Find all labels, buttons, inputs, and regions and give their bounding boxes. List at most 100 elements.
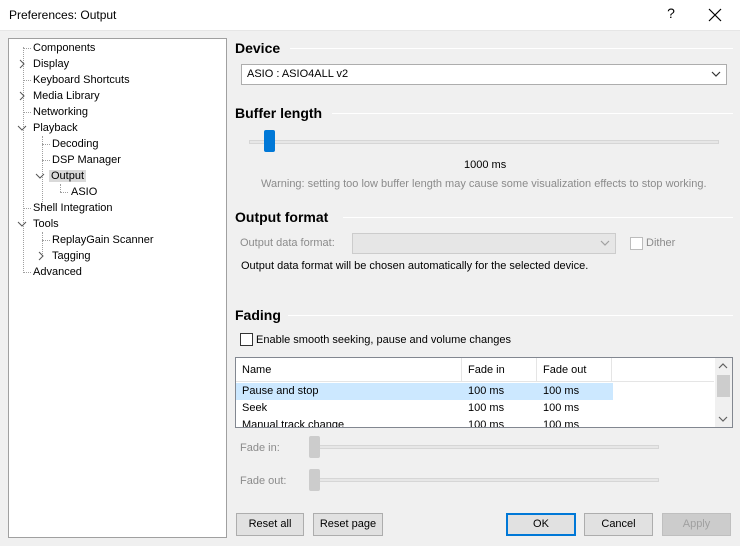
cell-name: Pause and stop [242, 385, 319, 397]
chevron-down-icon[interactable] [17, 123, 27, 133]
tree-guide-line [23, 272, 31, 273]
chevron-right-icon[interactable] [36, 251, 46, 261]
tree-item-label: Advanced [33, 266, 82, 278]
tree-item-keyboard-shortcuts[interactable]: Keyboard Shortcuts [31, 72, 132, 88]
table-row[interactable]: Seek 100 ms 100 ms [236, 400, 613, 417]
table-scrollbar[interactable] [715, 358, 732, 427]
tree-item-label: Display [33, 58, 70, 70]
column-header-fade-in[interactable]: Fade in [462, 358, 537, 382]
chevron-down-icon[interactable] [718, 415, 728, 423]
fading-table: Name Fade in Fade out Pause and stop 100… [235, 357, 733, 428]
chevron-up-icon[interactable] [718, 362, 728, 370]
tree-item-networking[interactable]: Networking [31, 104, 90, 120]
chevron-down-icon[interactable] [35, 171, 45, 181]
column-header-name[interactable]: Name [236, 358, 462, 382]
buffer-slider-thumb[interactable] [264, 130, 275, 152]
tree-guide-line [23, 112, 31, 113]
buffer-section-title: Buffer length [235, 105, 323, 121]
fade-out-slider-thumb[interactable] [309, 469, 320, 491]
output-data-format-select[interactable] [352, 233, 616, 254]
tree-item-display[interactable]: Display [31, 56, 71, 72]
tree-guide-line [23, 80, 31, 81]
cell-fade-out: 100 ms [543, 402, 580, 414]
section-divider [332, 113, 733, 114]
cell-name: Seek [242, 402, 268, 414]
section-divider [343, 217, 733, 218]
fade-in-label: Fade in: [240, 442, 280, 454]
chevron-down-icon [600, 240, 610, 246]
output-format-info: Output data format will be chosen automa… [241, 260, 589, 272]
tree-item-replaygain-scanner[interactable]: ReplayGain Scanner [50, 232, 156, 248]
buffer-value-label: 1000 ms [464, 159, 507, 171]
chevron-down-icon [711, 71, 721, 77]
output-format-section-title: Output format [235, 209, 329, 225]
section-divider [290, 48, 733, 49]
fade-out-slider-track[interactable] [309, 478, 659, 482]
dither-label: Dither [646, 237, 676, 249]
table-header: Name Fade in Fade out [236, 358, 714, 382]
tree-guide-line [42, 160, 50, 161]
tree-item-label: Networking [33, 106, 89, 118]
chevron-right-icon[interactable] [17, 59, 27, 69]
tree-item-label: ASIO [71, 186, 98, 198]
column-header-fade-out[interactable]: Fade out [537, 358, 612, 382]
buffer-warning: Warning: setting too low buffer length m… [261, 178, 707, 190]
fade-in-slider-thumb[interactable] [309, 436, 320, 458]
help-button[interactable]: ? [664, 5, 678, 21]
fade-out-label: Fade out: [240, 475, 287, 487]
tree-item-label: Keyboard Shortcuts [33, 74, 130, 86]
cell-fade-in: 100 ms [468, 402, 505, 414]
tree-guide-line [60, 184, 61, 192]
output-data-format-label: Output data format: [240, 237, 335, 249]
chevron-down-icon[interactable] [17, 219, 27, 229]
tree-item-label: Playback [33, 122, 78, 134]
tree-item-shell-integration[interactable]: Shell Integration [31, 200, 115, 216]
enable-fading-label: Enable smooth seeking, pause and volume … [256, 334, 512, 346]
fade-in-slider-track[interactable] [309, 445, 659, 449]
device-section-title: Device [235, 40, 281, 56]
cell-fade-out: 100 ms [543, 419, 580, 428]
apply-button[interactable]: Apply [662, 513, 731, 536]
enable-fading-checkbox[interactable] [240, 333, 253, 346]
tree-item-label: Decoding [52, 138, 99, 150]
tree-item-label: Media Library [33, 90, 100, 102]
tree-item-output[interactable]: Output [49, 168, 87, 184]
tree-guide-line [42, 240, 50, 241]
table-row[interactable]: Manual track change 100 ms 100 ms [236, 417, 613, 428]
tree-guide-line [42, 144, 50, 145]
scrollbar-thumb[interactable] [717, 375, 730, 397]
ok-button[interactable]: OK [506, 513, 576, 536]
tree-item-media-library[interactable]: Media Library [31, 88, 102, 104]
tree-item-label: Components [33, 42, 96, 54]
cancel-button[interactable]: Cancel [584, 513, 653, 536]
tree-item-tagging[interactable]: Tagging [50, 248, 93, 264]
section-divider [288, 315, 733, 316]
tree-item-decoding[interactable]: Decoding [50, 136, 100, 152]
device-select[interactable]: ASIO : ASIO4ALL v2 [241, 64, 727, 85]
tree-item-advanced[interactable]: Advanced [31, 264, 84, 280]
reset-all-button[interactable]: Reset all [236, 513, 304, 536]
cell-fade-in: 100 ms [468, 419, 505, 428]
buffer-slider-track[interactable] [249, 140, 719, 144]
preferences-tree: Components Display Keyboard Shortcuts Me… [8, 38, 227, 538]
tree-item-components[interactable]: Components [31, 40, 97, 56]
tree-item-label: Shell Integration [33, 202, 113, 214]
tree-item-tools[interactable]: Tools [31, 216, 61, 232]
cell-fade-out: 100 ms [543, 385, 580, 397]
tree-item-playback[interactable]: Playback [31, 120, 80, 136]
dither-checkbox[interactable] [630, 237, 643, 250]
cell-fade-in: 100 ms [468, 385, 505, 397]
close-icon[interactable] [706, 6, 724, 24]
tree-item-label: Output [49, 170, 87, 182]
tree-item-dsp-manager[interactable]: DSP Manager [50, 152, 123, 168]
tree-item-label: Tagging [52, 250, 91, 262]
fading-section-title: Fading [235, 307, 281, 323]
reset-page-button[interactable]: Reset page [313, 513, 383, 536]
tree-item-asio[interactable]: ASIO [69, 184, 99, 200]
tree-guide-line [23, 208, 31, 209]
table-row[interactable]: Pause and stop 100 ms 100 ms [236, 383, 613, 400]
chevron-right-icon[interactable] [17, 91, 27, 101]
tree-item-label: DSP Manager [52, 154, 121, 166]
tree-guide-line [60, 192, 68, 193]
title-bar: Preferences: Output ? [0, 0, 740, 31]
